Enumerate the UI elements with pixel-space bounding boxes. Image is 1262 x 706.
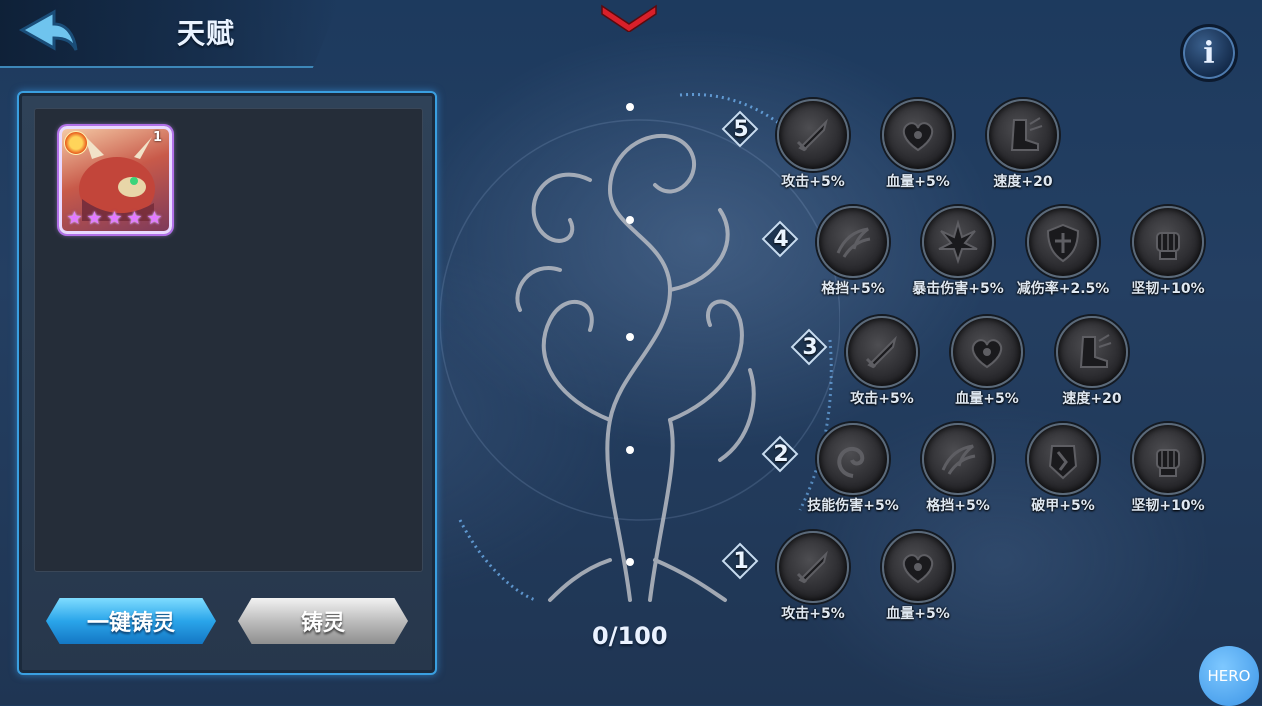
talent-tenacity[interactable]: 坚韧+10%	[1118, 423, 1218, 521]
shield-icon	[1046, 223, 1080, 263]
star-icon: ★	[86, 208, 103, 229]
tier-marker-2: 2	[761, 435, 799, 473]
talent-orb	[882, 99, 954, 171]
sword-icon	[865, 335, 897, 369]
tier-marker-1: 1	[721, 542, 759, 580]
heart-icon	[902, 554, 934, 584]
chevron-down-icon	[601, 4, 657, 33]
talent-orb	[777, 99, 849, 171]
fist-icon	[1156, 232, 1180, 260]
star-rating: ★ ★ ★ ★ ★	[65, 209, 164, 228]
heart-icon	[902, 122, 934, 152]
talent-orb	[817, 423, 889, 495]
sword-icon	[796, 118, 828, 152]
hero-list: 1 ★ ★ ★ ★ ★	[34, 108, 423, 572]
hero-panel: 1 ★ ★ ★ ★ ★ 一键铸灵 铸灵	[17, 91, 437, 675]
hero-floating-button[interactable]: HERO	[1199, 646, 1259, 706]
fist-icon	[1156, 449, 1180, 477]
talent-orb	[1132, 423, 1204, 495]
talent-orb	[846, 316, 918, 388]
sword-icon	[796, 550, 828, 584]
hero-level: 1	[152, 130, 162, 145]
heart-icon	[971, 339, 1003, 369]
talent-points: 0/100	[592, 622, 668, 650]
back-button[interactable]	[14, 4, 78, 54]
info-button[interactable]: i	[1180, 24, 1238, 82]
back-arrow-icon	[18, 9, 78, 51]
talent-orb	[922, 423, 994, 495]
talent-orb	[922, 206, 994, 278]
star-icon: ★	[146, 208, 163, 229]
forge-button[interactable]: 铸灵	[238, 598, 408, 644]
fire-icon	[64, 131, 88, 155]
talent-orb	[1027, 423, 1099, 495]
talent-orb	[817, 206, 889, 278]
boot-icon	[1010, 117, 1043, 151]
talent-orb	[1132, 206, 1204, 278]
boot-icon	[1079, 334, 1112, 368]
talent-orb	[987, 99, 1059, 171]
star-icon: ★	[106, 208, 123, 229]
talent-orb	[882, 531, 954, 603]
talent-orb	[1027, 206, 1099, 278]
tier-marker-4: 4	[761, 220, 799, 258]
talent-orb	[951, 316, 1023, 388]
page-title: 天赋	[177, 17, 236, 50]
collapse-chevron-button[interactable]	[598, 2, 660, 33]
tier-marker-5: 5	[721, 110, 759, 148]
auto-forge-button[interactable]: 一键铸灵	[46, 598, 216, 644]
talent-hp[interactable]: 血量+5%	[868, 531, 968, 629]
talent-orb	[777, 531, 849, 603]
burst-icon	[938, 219, 978, 265]
info-icon: i	[1203, 35, 1215, 71]
talent-speed[interactable]: 速度+20	[1042, 316, 1142, 414]
swirl-icon	[837, 447, 865, 478]
talent-orb	[1056, 316, 1128, 388]
armor-break-icon	[1048, 445, 1078, 480]
talent-tenacity[interactable]: 坚韧+10%	[1118, 206, 1218, 304]
claw-icon	[941, 444, 976, 475]
talent-speed[interactable]: 速度+20	[973, 99, 1073, 197]
tier-marker-3: 3	[790, 328, 828, 366]
star-icon: ★	[66, 208, 83, 229]
claw-icon	[836, 227, 871, 258]
star-icon: ★	[126, 208, 143, 229]
hero-card[interactable]: 1 ★ ★ ★ ★ ★	[59, 126, 172, 234]
